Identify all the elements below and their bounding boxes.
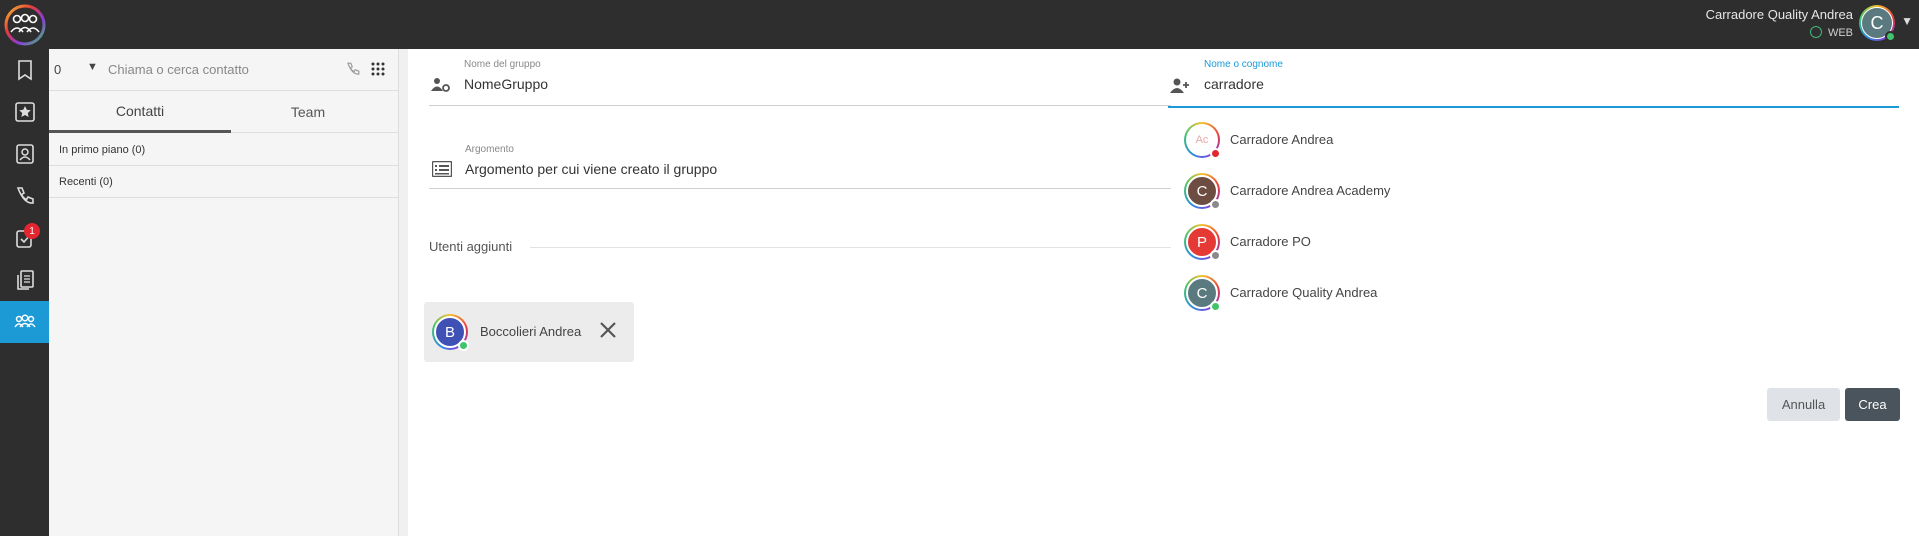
current-user-avatar[interactable]: C (1859, 5, 1896, 42)
close-icon[interactable] (596, 318, 620, 342)
phone-icon (16, 187, 34, 204)
group-name-label: Nome del gruppo (464, 59, 541, 70)
search-result-name: Carradore Quality Andrea (1230, 285, 1378, 300)
groups-icon (13, 314, 36, 328)
user-search-input[interactable]: carradore (1204, 76, 1264, 92)
group-name-underline (429, 105, 1171, 106)
dialpad-icon[interactable] (371, 62, 385, 76)
status-dot (1210, 301, 1221, 312)
tasks-badge: 1 (24, 223, 40, 239)
cancel-button[interactable]: Annulla (1767, 388, 1840, 421)
phone-icon[interactable] (345, 61, 361, 77)
search-result-name: Carradore Andrea (1230, 132, 1334, 147)
star-icon (14, 102, 35, 122)
call-search-bar: 0 ▼ Chiama o cerca contatto (49, 49, 399, 91)
list-icon (432, 161, 452, 177)
contacts-tabs: Contatti Team (49, 91, 399, 133)
group-in-primo-piano[interactable]: In primo piano (0) (49, 134, 399, 166)
bookmark-icon (17, 60, 32, 81)
topic-underline (429, 188, 1171, 189)
search-result-name: Carradore Andrea Academy (1230, 183, 1391, 198)
nav-tasks[interactable]: 1 (0, 217, 49, 259)
connection-status-label: WEB (1827, 27, 1853, 39)
avatar: C (1184, 173, 1221, 210)
topic-label: Argomento (465, 144, 514, 155)
tab-team[interactable]: Team (217, 91, 399, 133)
add-user-icon (1170, 78, 1189, 93)
documents-icon (16, 270, 34, 290)
nav-favorites[interactable] (0, 91, 49, 133)
avatar: Ac (1184, 122, 1221, 159)
group-name-field[interactable]: Nome del gruppo NomeGruppo (464, 59, 1024, 99)
main-nav: 1 (0, 49, 49, 536)
topic-input[interactable]: Argomento per cui viene creato il gruppo (465, 161, 717, 177)
avatar: P (1184, 224, 1221, 261)
nav-groups[interactable] (0, 301, 49, 343)
current-user-info[interactable]: Carradore Quality Andrea WEB (1706, 6, 1853, 42)
contacts-book-icon (15, 144, 34, 164)
chevron-down-icon[interactable]: ▼ (87, 61, 98, 73)
group-recenti[interactable]: Recenti (0) (49, 166, 399, 198)
added-user-chip: B Boccolieri Andrea (424, 302, 634, 362)
user-search-label: Nome o cognome (1204, 59, 1283, 70)
added-user-name: Boccolieri Andrea (480, 324, 582, 339)
nav-contacts[interactable] (0, 133, 49, 175)
avatar: B (432, 314, 469, 351)
search-result-item[interactable]: P Carradore PO (1168, 218, 1888, 268)
current-user-name: Carradore Quality Andrea (1705, 7, 1853, 22)
nav-bookmarks[interactable] (0, 49, 49, 91)
nav-documents[interactable] (0, 259, 49, 301)
topic-field[interactable]: Argomento Argomento per cui viene creato… (465, 144, 1165, 184)
create-button[interactable]: Crea (1845, 388, 1900, 421)
globe-icon (1809, 26, 1822, 38)
nav-calls[interactable] (0, 175, 49, 217)
search-result-item[interactable]: Ac Carradore Andrea (1168, 116, 1888, 166)
search-result-item[interactable]: C Carradore Quality Andrea (1168, 269, 1888, 319)
added-users-divider (530, 247, 1171, 248)
search-result-item[interactable]: C Carradore Andrea Academy (1168, 167, 1888, 217)
users-gear-icon (431, 78, 450, 92)
top-bar: Carradore Quality Andrea WEB C ▼ (0, 0, 1919, 49)
search-result-name: Carradore PO (1230, 234, 1311, 249)
status-dot (1210, 148, 1221, 159)
connection-status: WEB (1706, 24, 1853, 42)
chevron-down-icon[interactable]: ▼ (1901, 14, 1913, 28)
status-dot (458, 340, 469, 351)
user-search-field[interactable]: Nome o cognome carradore (1204, 59, 1904, 99)
line-selector-value[interactable]: 0 (54, 62, 61, 77)
status-dot (1210, 199, 1221, 210)
added-users-label: Utenti aggiunti (429, 239, 513, 254)
app-logo-icon[interactable] (4, 4, 46, 46)
contacts-panel: 0 ▼ Chiama o cerca contatto Contatti Tea… (49, 49, 399, 536)
tab-contatti[interactable]: Contatti (49, 91, 231, 133)
online-status-dot (1885, 31, 1896, 42)
avatar: C (1184, 275, 1221, 312)
group-name-input[interactable]: NomeGruppo (464, 76, 548, 92)
user-search-underline (1168, 106, 1899, 108)
contact-search-input[interactable]: Chiama o cerca contatto (108, 62, 249, 77)
status-dot (1210, 250, 1221, 261)
